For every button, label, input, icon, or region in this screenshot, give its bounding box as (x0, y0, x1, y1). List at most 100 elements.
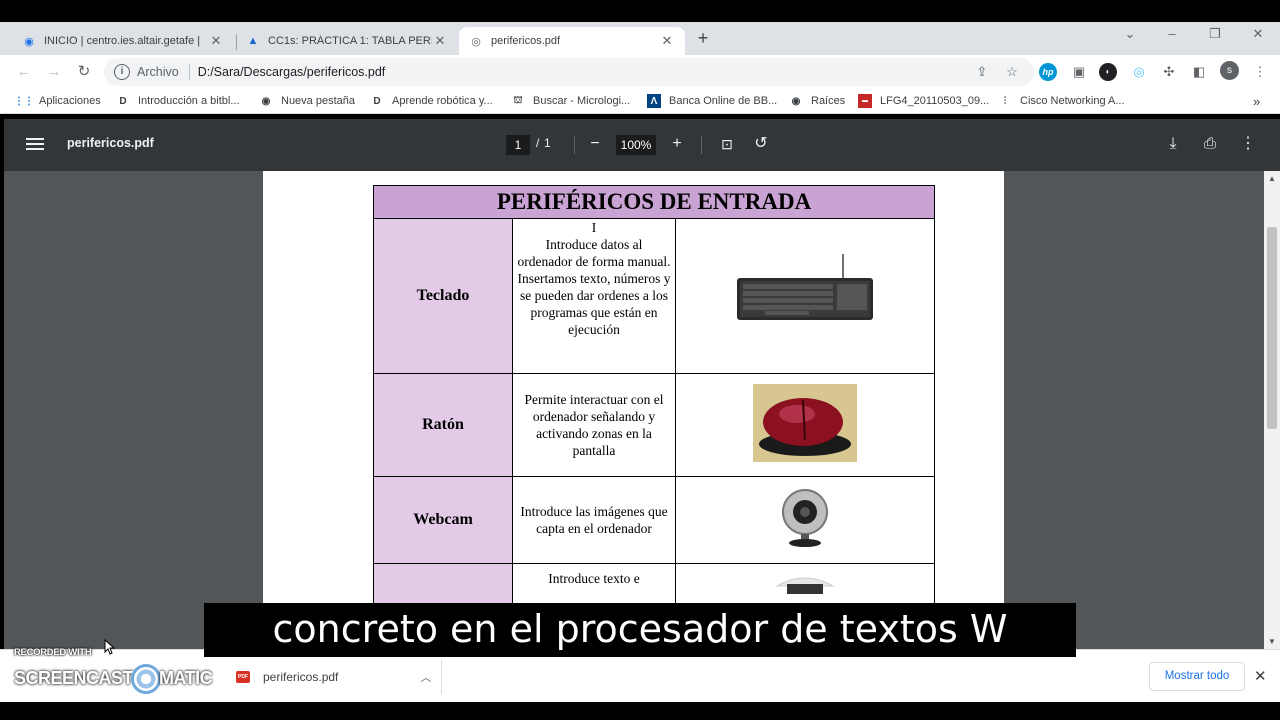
browser-toolbar: ← → ↻ i Archivo D:/Sara/Descargas/perife… (0, 55, 1280, 88)
vertical-scrollbar[interactable]: ▲ ▼ (1264, 171, 1280, 649)
table-row: Ratón Permite interactuar con el ordenad… (373, 373, 935, 477)
mouse-image (675, 373, 935, 477)
close-window-icon[interactable]: ✕ (1248, 26, 1268, 42)
apps-grid-icon: ⋮⋮ (14, 95, 34, 107)
download-file-name: perifericos.pdf (263, 670, 339, 684)
restore-icon[interactable]: ❐ (1205, 26, 1225, 42)
side-panel-icon[interactable]: ◧ (1189, 62, 1209, 82)
toolbar-divider (574, 136, 575, 154)
pdf-file-icon: PDF (236, 671, 250, 683)
address-scheme: Archivo (137, 65, 179, 79)
lfg-icon: ▬ (858, 94, 872, 108)
bookmark-apps[interactable]: ⋮⋮ Aplicaciones (14, 93, 101, 109)
peripheral-name: Webcam (373, 476, 513, 564)
watermark-recorded-with: RECORDED WITH (14, 647, 92, 658)
bookmark-item[interactable]: D Introducción a bitbl... (116, 93, 239, 109)
globe-icon: ◎ (471, 35, 481, 48)
bookmark-item[interactable]: ▬ LFG4_20110503_09... (858, 93, 989, 109)
scroll-down-icon[interactable]: ▼ (1264, 637, 1280, 646)
screencast-watermark: RECORDED WITH SCREENCAST MATIC (14, 647, 224, 695)
bookmark-item[interactable]: ⫶ Cisco Networking A... (998, 93, 1125, 109)
bottom-letterbox (0, 702, 1280, 720)
page-total: 1 (544, 136, 551, 150)
print-icon[interactable]: ⎙ (1199, 133, 1221, 155)
zoom-in-button[interactable]: + (666, 133, 688, 155)
share-icon[interactable]: ⇪ (972, 62, 992, 82)
menu-icon[interactable] (26, 135, 44, 155)
bookmarks-overflow-button[interactable]: » (1253, 93, 1260, 109)
hp-extension-icon[interactable]: hp (1039, 63, 1057, 81)
tab-practica[interactable]: ▲ CC1s: PRÁCTICA 1: TABLA PERIF ✕ (236, 27, 458, 55)
profile-avatar[interactable]: s (1220, 61, 1239, 80)
keyboard-icon (737, 253, 873, 320)
circle-extension-icon[interactable]: ◎ (1129, 62, 1149, 82)
zoom-out-button[interactable]: − (584, 133, 606, 155)
address-separator (188, 64, 190, 80)
forward-icon[interactable]: → (43, 61, 65, 83)
minimize-icon[interactable]: – (1162, 26, 1182, 41)
watermark-logo: SCREENCAST MATIC (14, 664, 213, 694)
keyboard-image (675, 218, 935, 374)
address-url: D:/Sara/Descargas/perifericos.pdf (197, 65, 386, 79)
pdf-file-name: perifericos.pdf (67, 136, 154, 150)
close-icon[interactable]: ✕ (432, 33, 448, 49)
peripheral-name: Ratón (373, 373, 513, 477)
bookmark-item[interactable]: Λ Banca Online de BB... (647, 93, 777, 109)
top-letterbox (0, 0, 1280, 22)
globe-icon: ◉ (791, 95, 801, 107)
webcam-icon (782, 488, 828, 547)
close-icon[interactable]: ✕ (659, 33, 675, 49)
close-shelf-button[interactable]: ✕ (1254, 667, 1267, 685)
star-icon[interactable]: ☆ (1002, 62, 1022, 82)
fit-page-icon[interactable]: ⊡ (716, 133, 738, 155)
back-icon[interactable]: ← (13, 61, 35, 83)
scanner-icon (775, 577, 835, 594)
bookmark-item[interactable]: ◉ Nueva pestaña (259, 93, 355, 109)
bookmark-icon: D (119, 95, 127, 107)
zoom-input[interactable]: 100% (616, 135, 656, 155)
vpn-extension-icon[interactable]: ◐ (1099, 63, 1117, 81)
mouse-icon (753, 383, 857, 462)
tab-title: perifericos.pdf (491, 35, 561, 47)
page-separator: / (536, 136, 540, 150)
new-tab-button[interactable]: + (692, 27, 714, 49)
extension-icon[interactable]: ▣ (1069, 62, 1089, 82)
puzzle-icon[interactable]: ✣ (1159, 62, 1179, 82)
chevron-up-icon[interactable]: ︿ (420, 669, 431, 685)
close-icon[interactable]: ✕ (208, 33, 224, 49)
bookmark-item[interactable]: ⛫ Buscar - Micrologi... (511, 93, 630, 109)
tab-inicio[interactable]: ◉ INICIO | centro.ies.altair.getafe | ✕ (12, 27, 234, 55)
rotate-icon[interactable]: ↺ (750, 133, 772, 155)
reload-icon[interactable]: ↻ (73, 61, 95, 83)
tab-strip: ◉ INICIO | centro.ies.altair.getafe | ✕ … (0, 22, 1280, 55)
more-icon[interactable]: ⋮ (1237, 133, 1259, 155)
page-number-input[interactable]: 1 (506, 135, 530, 155)
pdf-viewport[interactable]: PERIFÉRICOS DE ENTRADA Teclado I Introdu… (4, 171, 1264, 649)
scrollbar-thumb[interactable] (1267, 227, 1277, 429)
tab-title: CC1s: PRÁCTICA 1: TABLA PERIF (268, 35, 432, 47)
scroll-up-icon[interactable]: ▲ (1264, 174, 1280, 183)
globe-icon: ◉ (24, 35, 34, 48)
watermark-o-icon (131, 664, 162, 694)
tab-search-icon[interactable]: ⌄ (1120, 26, 1140, 42)
tab-perifericos[interactable]: ◎ perifericos.pdf ✕ (459, 27, 685, 55)
bookmark-item[interactable]: ◉ Raíces (789, 93, 846, 109)
screen: ◉ INICIO | centro.ies.altair.getafe | ✕ … (0, 0, 1280, 720)
info-icon[interactable]: i (114, 64, 130, 80)
address-bar[interactable]: i Archivo D:/Sara/Descargas/perifericos.… (104, 58, 1034, 86)
menu-icon[interactable]: ⋮ (1250, 62, 1270, 82)
peripheral-description: I Introduce datos al ordenador de forma … (512, 218, 676, 374)
peripheral-name: Teclado (373, 218, 513, 374)
bookmark-icon: D (373, 95, 381, 107)
toolbar-divider (701, 136, 702, 154)
pdf-toolbar: perifericos.pdf 1 / 1 − 100% + ⊡ ↺ ⤓ ⎙ ⋮ (4, 119, 1280, 171)
shelf-divider (441, 660, 442, 694)
globe-icon: ◉ (261, 95, 271, 107)
video-caption: concreto en el procesador de textos W (204, 603, 1076, 657)
peripherals-table: PERIFÉRICOS DE ENTRADA Teclado I Introdu… (373, 185, 935, 624)
download-icon[interactable]: ⤓ (1162, 133, 1184, 155)
show-all-button[interactable]: Mostrar todo (1149, 662, 1245, 691)
bbva-icon: Λ (647, 94, 661, 108)
download-item[interactable]: PDF perifericos.pdf ︿ (236, 660, 431, 694)
bookmark-item[interactable]: D Aprende robótica y... (370, 93, 492, 109)
